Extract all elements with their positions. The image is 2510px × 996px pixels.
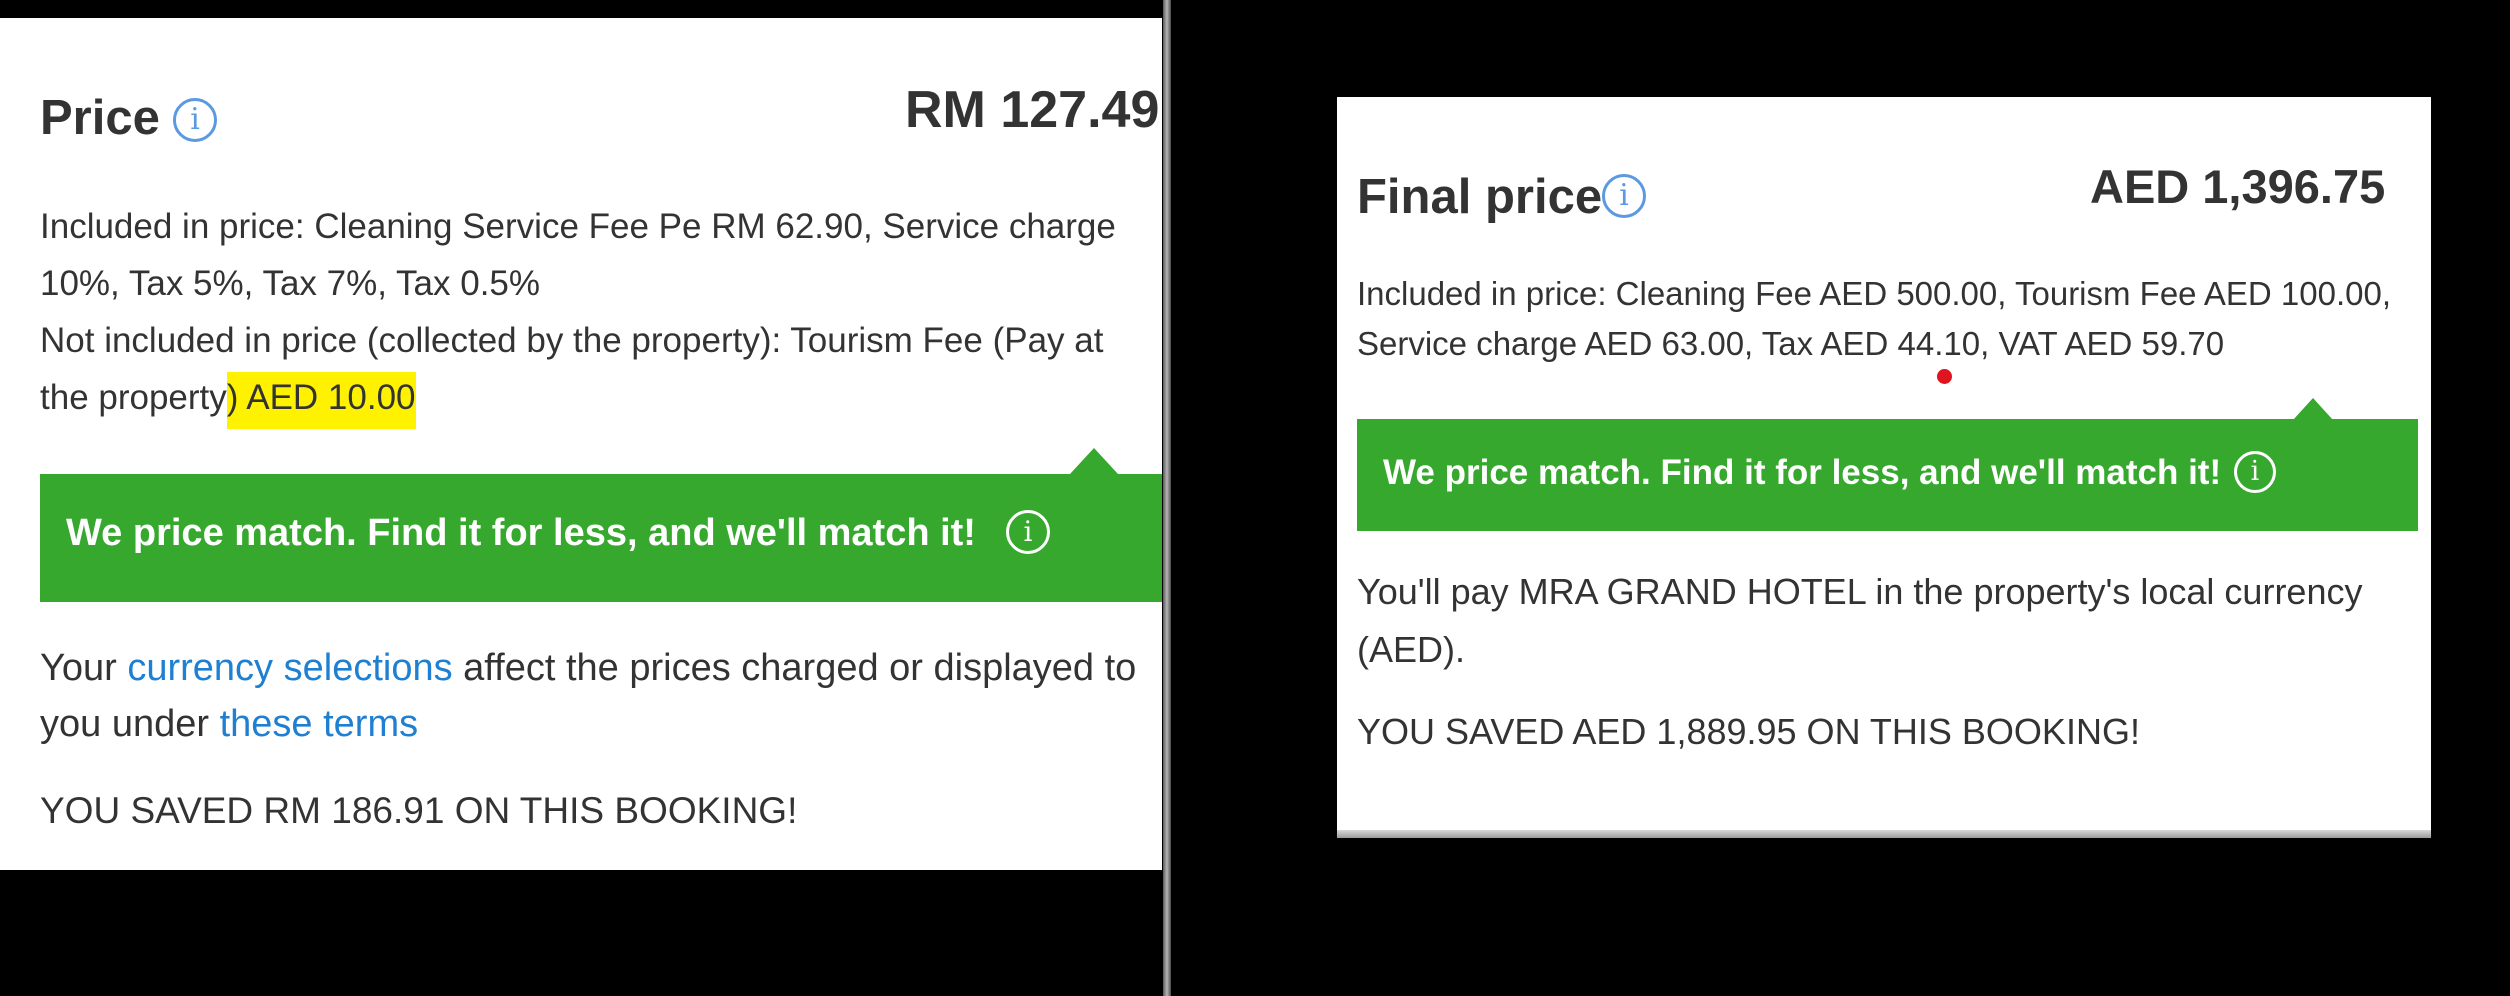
price-match-banner: We price match. Find it for less, and we… [1357,419,2418,531]
highlighted-tourism-fee: ) AED 10.00 [226,372,416,429]
final-price-title: Final price [1357,170,1603,224]
right-price-panel: Final price i AED 1,396.75 Included in p… [1337,97,2431,835]
info-icon[interactable]: i [1602,174,1646,218]
savings-text: YOU SAVED AED 1,889.95 ON THIS BOOKING! [1357,711,2140,752]
banner-callout-arrow [1070,448,1118,474]
local-currency-notice: You'll pay MRA GRAND HOTEL in the proper… [1357,571,2363,670]
final-price-amount: AED 1,396.75 [2090,160,2386,213]
info-icon[interactable]: i [2234,451,2276,493]
window-divider [1163,0,1171,996]
price-match-banner: We price match. Find it for less, and we… [40,474,1162,602]
annotation-dot [1937,369,1952,384]
price-match-text: We price match. Find it for less, and we… [1383,453,2222,492]
included-label: Included in price: [1357,275,1607,312]
currency-notice-text: Your [40,647,128,689]
price-match-text: We price match. Find it for less, and we… [66,512,976,554]
price-amount: RM 127.49 [905,81,1160,139]
these-terms-link[interactable]: these terms [220,703,419,745]
savings-text: YOU SAVED RM 186.91 ON THIS BOOKING! [40,790,798,831]
info-icon[interactable]: i [1006,510,1050,554]
banner-callout-arrow [2293,398,2333,420]
included-label: Included in price: [40,207,305,246]
currency-selections-link[interactable]: currency selections [127,647,452,689]
price-title: Price [40,91,160,145]
price-details: Included in price: Cleaning Fee AED 500.… [1357,269,2417,369]
left-price-panel: Price i RM 127.49 Included in price: Cle… [0,18,1162,870]
panel-shadow [1337,830,2431,838]
not-included-label: Not included in price (collected by the … [40,321,782,360]
currency-notice: Your currency selections affect the pric… [40,640,1140,752]
price-details: Included in price: Cleaning Service Fee … [40,198,1140,429]
info-icon[interactable]: i [173,98,217,142]
